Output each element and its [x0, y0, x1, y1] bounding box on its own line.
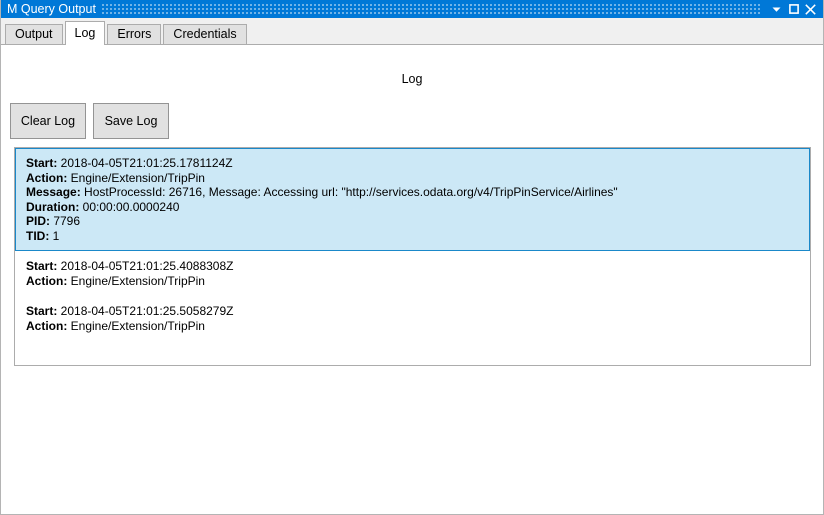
- window-title: M Query Output: [7, 2, 96, 16]
- title-bar[interactable]: M Query Output: [1, 0, 823, 18]
- log-field-label: Action:: [26, 170, 68, 185]
- log-entry[interactable]: Start: 2018-04-05T21:01:25.1781124Z Actio…: [15, 148, 810, 251]
- log-field: Action: Engine/Extension/TripPin: [26, 319, 799, 334]
- chevron-down-icon[interactable]: [768, 0, 785, 18]
- log-field-value: 7796: [50, 214, 81, 228]
- tab-credentials[interactable]: Credentials: [163, 24, 247, 44]
- m-query-output-window: M Query Output Output Log Errors Credent…: [0, 0, 824, 515]
- log-field: Start: 2018-04-05T21:01:25.5058279Z: [26, 304, 799, 319]
- log-field-value: 00:00:00.0000240: [79, 199, 180, 214]
- log-field-value: 2018-04-05T21:01:25.5058279Z: [57, 304, 234, 318]
- log-toolbar: Clear Log Save Log: [10, 103, 169, 139]
- log-field-value: HostProcessId: 26716, Message: Accessing…: [80, 185, 618, 199]
- log-field-label: Start:: [26, 259, 58, 273]
- log-field: Message: HostProcessId: 26716, Message: …: [26, 185, 799, 200]
- log-field-label: Start:: [26, 304, 58, 318]
- tab-strip: Output Log Errors Credentials: [1, 18, 823, 45]
- log-entry[interactable]: Start: 2018-04-05T21:01:25.5058279Z Actio…: [15, 296, 810, 341]
- save-log-button[interactable]: Save Log: [93, 103, 169, 139]
- log-field-value: 2018-04-05T21:01:25.1781124Z: [57, 156, 233, 170]
- log-field: PID: 7796: [26, 214, 799, 229]
- log-field: Action: Engine/Extension/TripPin: [26, 274, 799, 289]
- log-tab-content: Log Clear Log Save Log Start: 2018-04-05…: [1, 45, 823, 514]
- title-bar-grip: [101, 4, 762, 14]
- log-field-label: Message:: [26, 185, 81, 199]
- log-field: Start: 2018-04-05T21:01:25.4088308Z: [26, 259, 799, 274]
- log-field-value: Engine/Extension/TripPin: [67, 318, 205, 333]
- clear-log-button[interactable]: Clear Log: [10, 103, 86, 139]
- log-field: TID: 1: [26, 229, 799, 244]
- log-field: Duration: 00:00:00.0000240: [26, 200, 799, 215]
- maximize-icon[interactable]: [785, 0, 802, 18]
- tab-log[interactable]: Log: [64, 21, 106, 45]
- log-entry[interactable]: Start: 2018-04-05T21:01:25.4088308Z Actio…: [15, 251, 810, 296]
- log-field-label: Duration:: [26, 199, 80, 214]
- log-field-label: Action:: [26, 318, 68, 333]
- log-field-label: TID:: [26, 228, 50, 243]
- log-field: Action: Engine/Extension/TripPin: [26, 171, 799, 186]
- page-title: Log: [401, 72, 423, 86]
- log-field-label: PID:: [26, 214, 50, 228]
- close-icon[interactable]: [802, 0, 819, 18]
- log-field-value: Engine/Extension/TripPin: [67, 170, 205, 185]
- tab-output[interactable]: Output: [5, 24, 63, 44]
- tab-errors[interactable]: Errors: [107, 24, 162, 44]
- log-field-label: Start:: [26, 156, 58, 170]
- log-field-value: Engine/Extension/TripPin: [67, 273, 205, 288]
- log-field-label: Action:: [26, 273, 68, 288]
- log-field-value: 2018-04-05T21:01:25.4088308Z: [57, 259, 234, 273]
- log-field: Start: 2018-04-05T21:01:25.1781124Z: [26, 156, 799, 171]
- log-list[interactable]: Start: 2018-04-05T21:01:25.1781124Z Actio…: [14, 147, 811, 366]
- log-field-value: 1: [49, 228, 60, 243]
